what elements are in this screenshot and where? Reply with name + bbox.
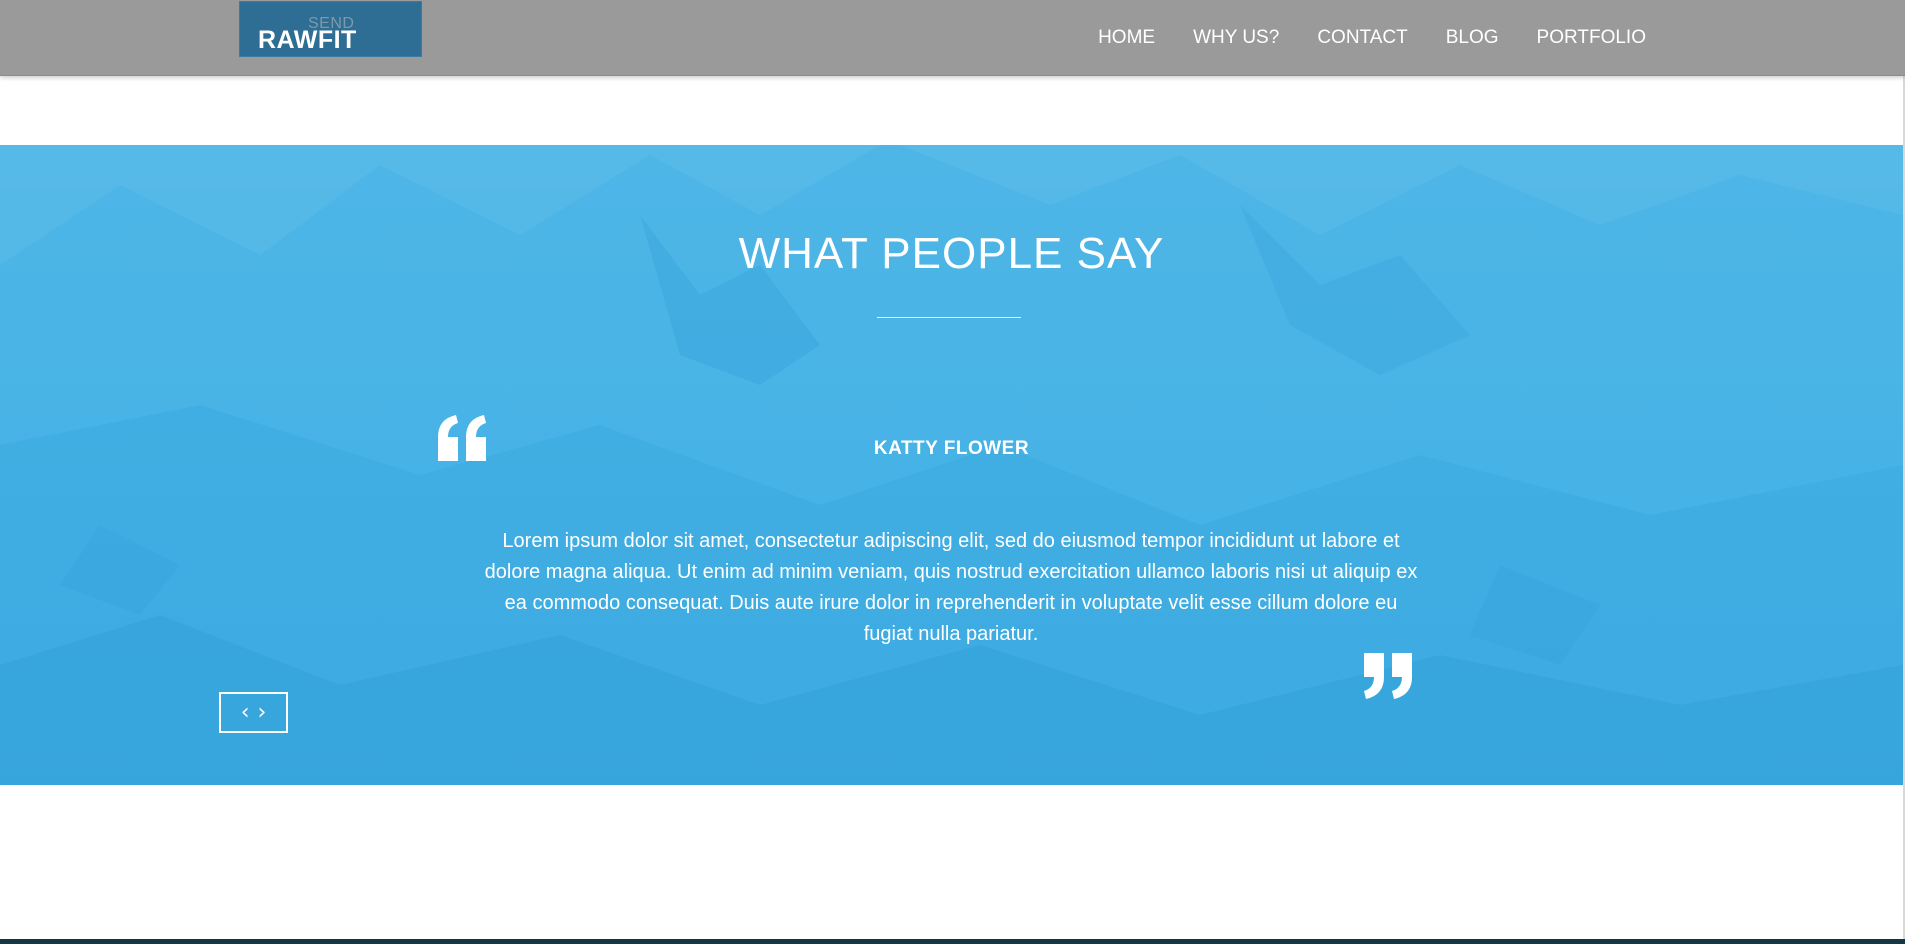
title-divider [877,317,1021,318]
nav-item-why-us[interactable]: WHY US? [1193,27,1279,49]
testimonial-section: WHAT PEOPLE SAY KATTY FLOWER Lorem ipsum… [0,145,1903,785]
footer-edge [0,939,1905,944]
nav-item-contact[interactable]: CONTACT [1317,27,1407,49]
quote-close-icon [1364,653,1412,699]
nav-item-blog[interactable]: BLOG [1446,27,1499,49]
nav-item-home[interactable]: HOME [1098,27,1155,49]
main-nav: HOME WHY US? CONTACT BLOG PORTFOLIO [1060,27,1646,49]
testimonial-quote: Lorem ipsum dolor sit amet, consectetur … [484,530,1418,645]
site-header: SEND RAWFIT HOME WHY US? CONTACT BLOG PO… [0,0,1905,76]
chevron-right-icon[interactable]: › [258,701,267,724]
chevron-left-icon[interactable]: ‹ [241,701,250,724]
section-title: WHAT PEOPLE SAY [738,229,1165,278]
logo-main-text: RAWFIT [258,26,357,54]
testimonial-author: KATTY FLOWER [873,438,1030,459]
slider-controls: ‹ › [219,692,288,733]
site-logo[interactable]: SEND RAWFIT [239,1,422,57]
nav-item-portfolio[interactable]: PORTFOLIO [1537,27,1646,49]
